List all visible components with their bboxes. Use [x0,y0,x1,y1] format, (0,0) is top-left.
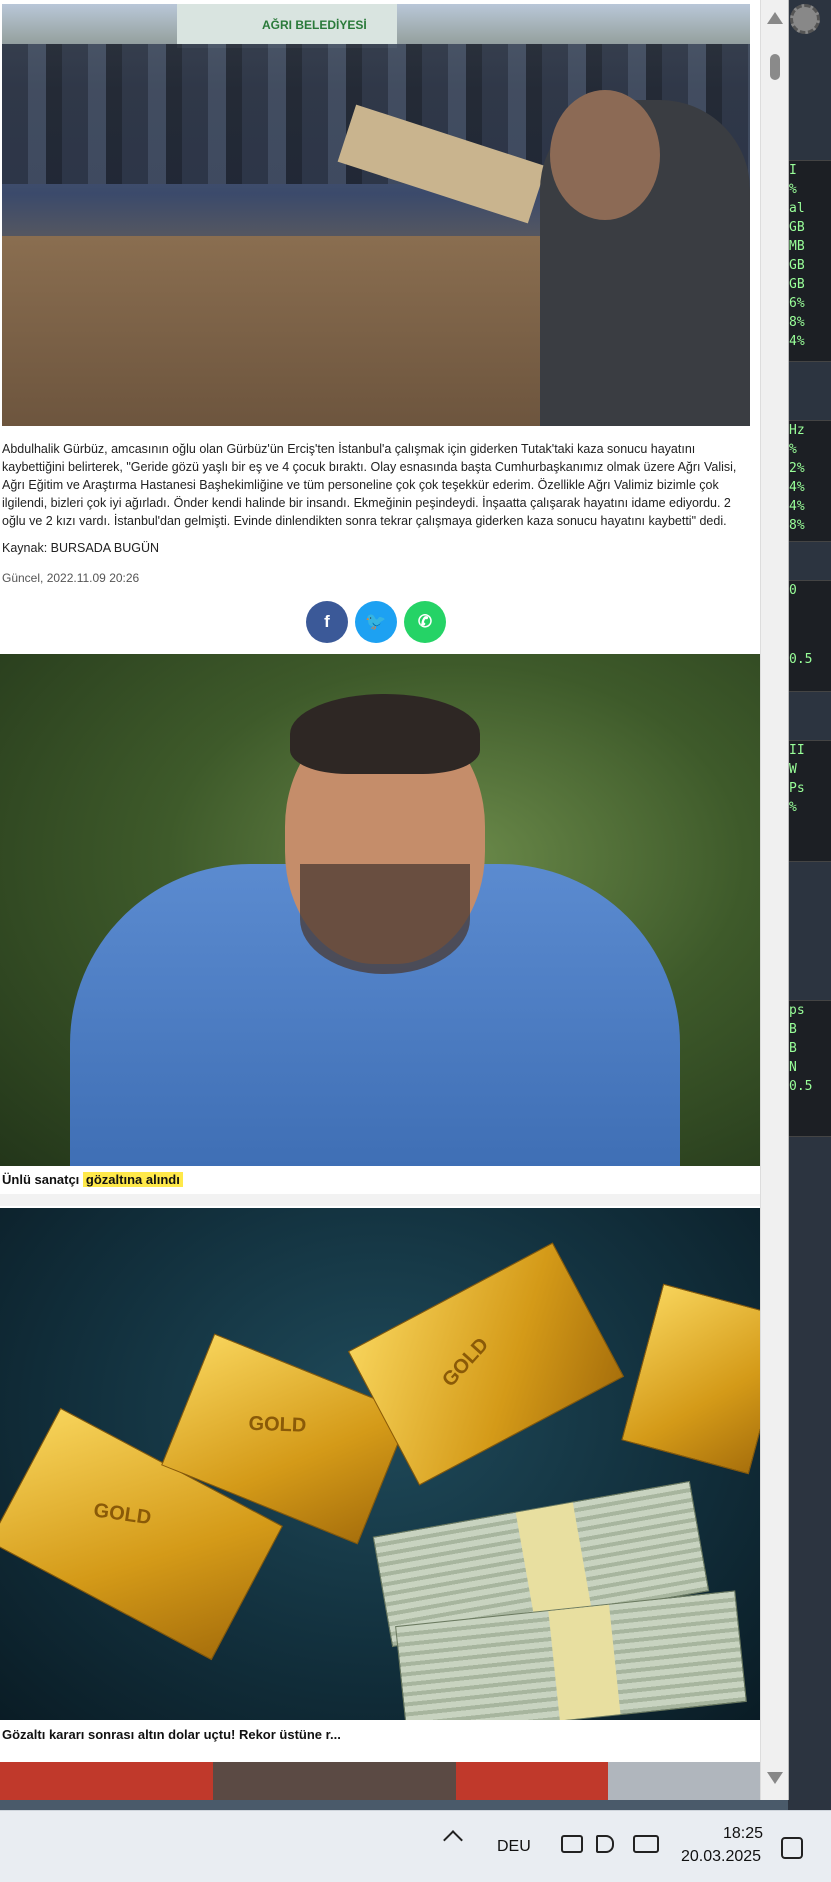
network-icon[interactable] [561,1835,583,1853]
browser-window: AĞRI BELEDİYESİ Abdulhalik Gürbüz, amcas… [0,0,789,1800]
facebook-share-button[interactable]: f [306,601,348,643]
taskbar: DEU 18:25 20.03.2025 [0,1810,831,1882]
gold-bar [621,1283,760,1475]
twitter-share-button[interactable]: 🐦 [355,601,397,643]
scroll-up-arrow-icon[interactable] [767,12,783,24]
singer-photo[interactable] [0,654,760,1166]
notification-icon[interactable] [781,1837,803,1859]
hair [290,694,480,774]
gold-bar-text: GOLD [92,1498,153,1529]
gold-bar-text: GOLD [248,1412,307,1437]
gold-bar-text: GOLD [437,1333,493,1391]
money-band [515,1502,592,1621]
related-news-title[interactable]: Ünlü sanatçı gözaltına alındı [2,1172,183,1187]
whatsapp-share-button[interactable]: ✆ [404,601,446,643]
gold-dollar-photo[interactable]: GOLD GOLD GOLD [0,1208,760,1720]
scrollbar-thumb[interactable] [770,54,780,80]
page-content: AĞRI BELEDİYESİ Abdulhalik Gürbüz, amcas… [0,0,760,1800]
caption-highlight: gözaltına alındı [82,1172,183,1187]
scroll-down-arrow-icon[interactable] [767,1772,783,1784]
article-body: Abdulhalik Gürbüz, amcasının oğlu olan G… [2,442,737,528]
clock-time[interactable]: 18:25 [723,1825,763,1843]
related-news-title[interactable]: Gözaltı kararı sonrası altın dolar uçtu!… [2,1727,341,1742]
caption-prefix: Ünlü sanatçı [2,1172,83,1187]
input-language-indicator[interactable]: DEU [497,1838,531,1856]
funeral-photo: AĞRI BELEDİYESİ [2,4,750,426]
gear-icon[interactable] [790,4,820,34]
article-source[interactable]: Kaynak: BURSADA BUGÜN [2,541,159,555]
show-hidden-icons-chevron-icon[interactable] [443,1830,463,1850]
volume-icon[interactable] [596,1835,614,1853]
man-head [550,90,660,220]
next-news-photo[interactable] [0,1762,760,1800]
man-foreground [540,90,750,426]
divider [0,1194,760,1206]
article-updated-date: Güncel, 2022.11.09 20:26 [2,571,140,585]
clock-date[interactable]: 20.03.2025 [681,1848,761,1866]
battery-icon[interactable] [633,1835,659,1853]
beard [300,864,470,974]
money-band [548,1604,621,1720]
vertical-scrollbar[interactable] [760,0,788,1800]
van-label: AĞRI BELEDİYESİ [262,18,367,32]
